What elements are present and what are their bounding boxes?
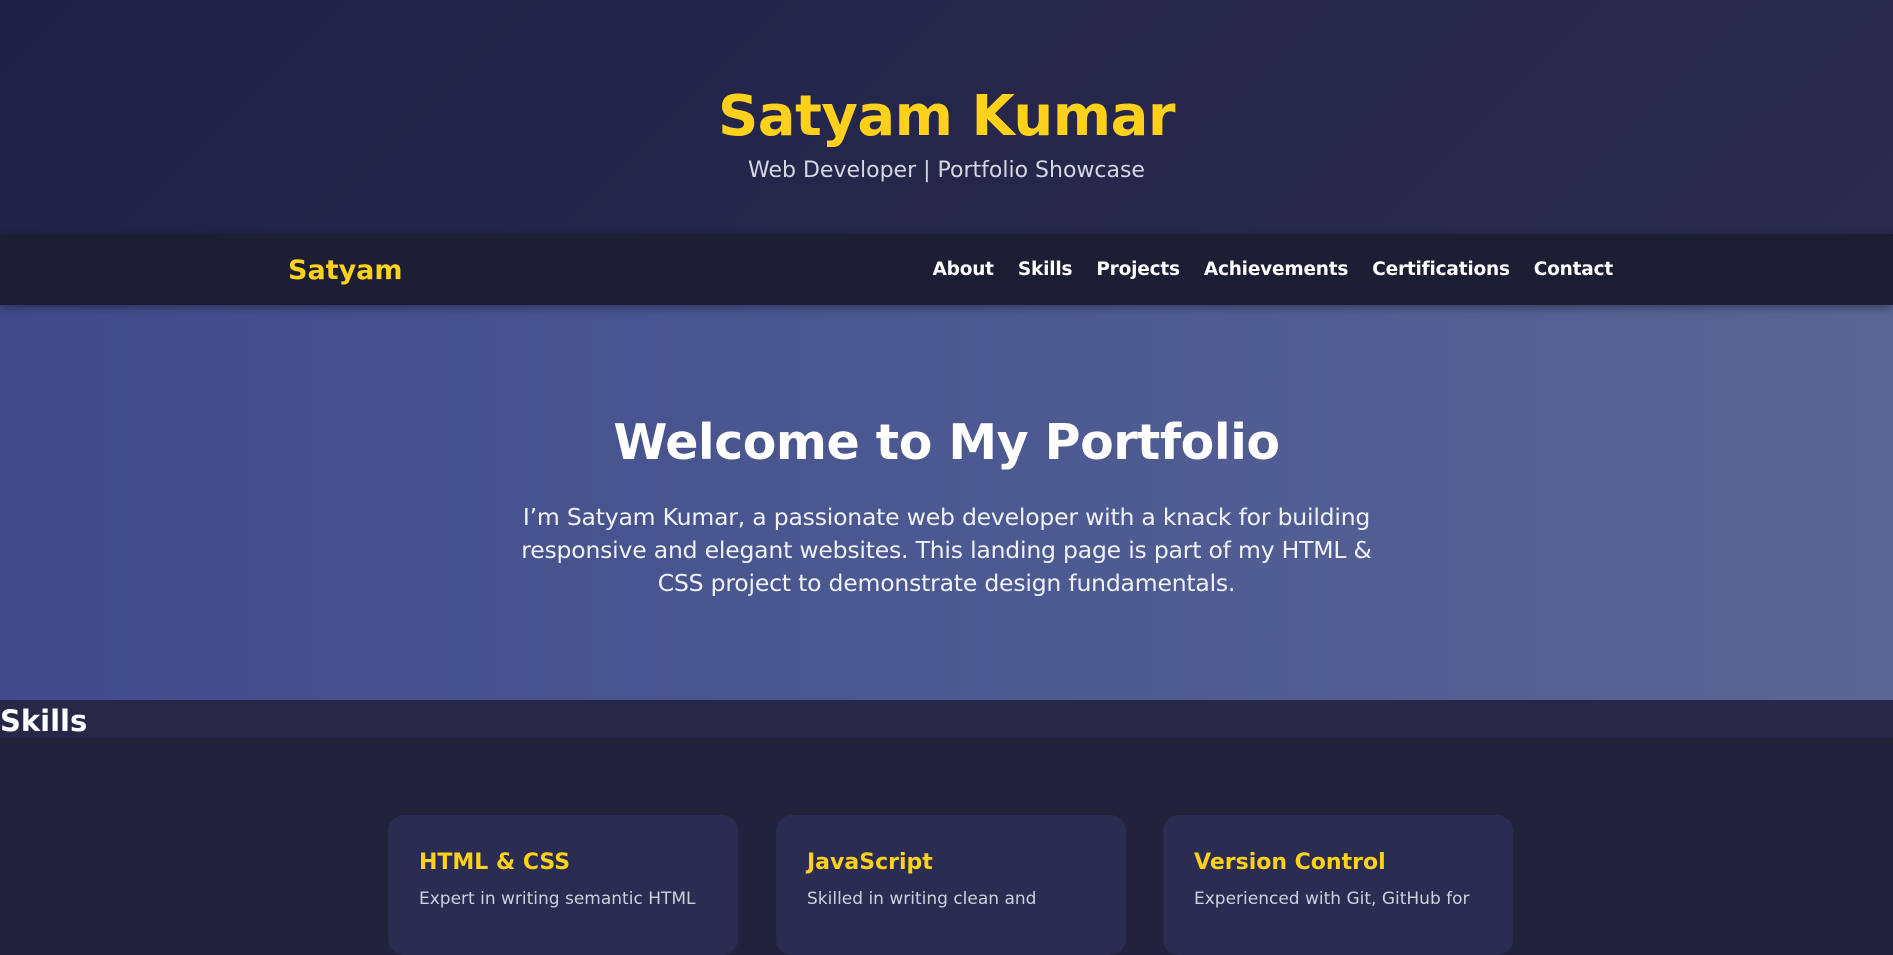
site-title: Satyam Kumar bbox=[717, 84, 1176, 149]
nav-brand[interactable]: Satyam bbox=[288, 254, 403, 288]
skill-card-title: Version Control bbox=[1194, 850, 1386, 875]
skill-card-title: JavaScript bbox=[807, 850, 933, 875]
nav-item-projects: Projects bbox=[1096, 258, 1180, 282]
nav-link-achievements[interactable]: Achievements bbox=[1204, 259, 1349, 280]
nav-item-certifications: Certifications bbox=[1372, 258, 1510, 282]
hero-title: Welcome to My Portfolio bbox=[613, 414, 1280, 471]
skills-section: HTML & CSS Expert in writing semantic HT… bbox=[0, 738, 1893, 955]
skill-card-version-control: Version Control Experienced with Git, Gi… bbox=[1163, 815, 1513, 955]
navbar: Satyam About Skills Projects Achievement… bbox=[0, 234, 1893, 305]
nav-link-projects[interactable]: Projects bbox=[1096, 259, 1180, 280]
nav-item-skills: Skills bbox=[1018, 258, 1073, 282]
nav-link-skills[interactable]: Skills bbox=[1018, 259, 1073, 280]
skills-heading-bar: Skills bbox=[0, 700, 1893, 738]
nav-link-certifications[interactable]: Certifications bbox=[1372, 259, 1510, 280]
nav-link-about[interactable]: About bbox=[933, 259, 994, 280]
nav-item-contact: Contact bbox=[1534, 258, 1613, 282]
hero-section: Welcome to My Portfolio I’m Satyam Kumar… bbox=[0, 305, 1893, 700]
site-subtitle: Web Developer | Portfolio Showcase bbox=[748, 158, 1145, 183]
hero-description: I’m Satyam Kumar, a passionate web devel… bbox=[521, 503, 1372, 597]
site-header: Satyam Kumar Web Developer | Portfolio S… bbox=[0, 0, 1893, 234]
skills-heading: Skills bbox=[0, 704, 88, 738]
nav-links: About Skills Projects Achievements Certi… bbox=[933, 258, 1614, 282]
nav-item-achievements: Achievements bbox=[1204, 258, 1349, 282]
skill-card-title: HTML & CSS bbox=[419, 850, 571, 875]
skill-card-text: Expert in writing semantic HTML bbox=[419, 889, 696, 909]
skill-card-text: Experienced with Git, GitHub for bbox=[1194, 889, 1470, 909]
skill-card-javascript: JavaScript Skilled in writing clean and bbox=[776, 815, 1126, 955]
nav-item-about: About bbox=[933, 258, 994, 282]
skill-card-html-css: HTML & CSS Expert in writing semantic HT… bbox=[388, 815, 738, 955]
nav-link-contact[interactable]: Contact bbox=[1534, 259, 1613, 280]
skill-card-text: Skilled in writing clean and bbox=[807, 889, 1037, 909]
